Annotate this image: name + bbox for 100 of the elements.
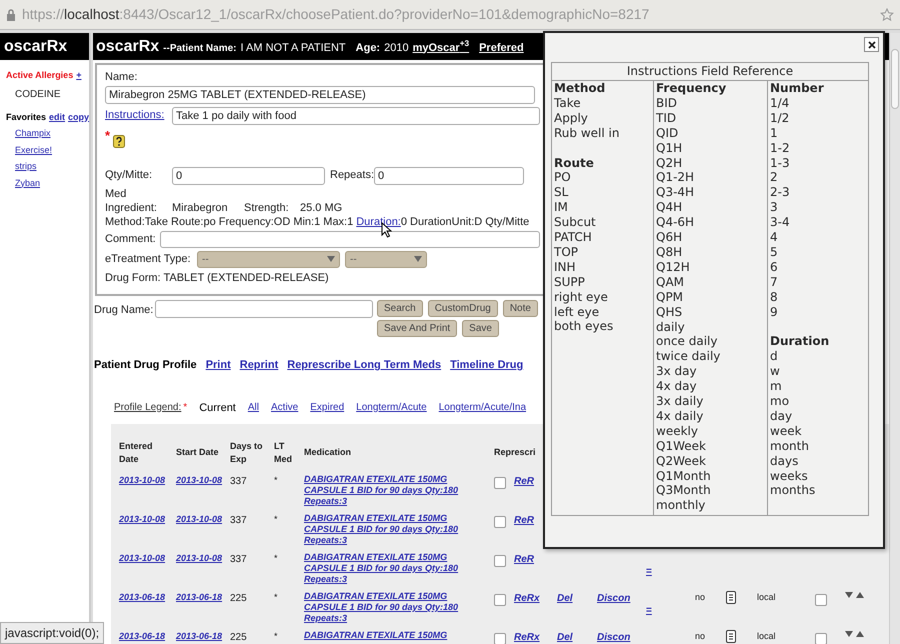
etreatment-select[interactable]: -- — [197, 250, 340, 268]
legend-filter[interactable]: All — [248, 400, 259, 416]
add-allergy-link[interactable]: + — [76, 69, 82, 82]
represcribe-link[interactable]: ReRx — [514, 630, 540, 644]
duration-link[interactable]: Duration: — [356, 214, 401, 228]
medication-link[interactable]: DABIGATRAN ETEXILATE 150MG CAPSULE 1 BID for 90 days Qty:180 Repeats:3 — [304, 552, 458, 585]
reference-item: 7 — [770, 274, 779, 290]
favorite-link[interactable]: strips — [15, 160, 37, 174]
legend-filter[interactable]: Longterm/Acute — [356, 400, 427, 416]
column-header: Entered Date — [119, 440, 154, 466]
move-down-icon[interactable] — [845, 631, 853, 637]
represcribe-link[interactable]: ReR — [514, 474, 534, 489]
etreatment-select[interactable]: -- — [345, 250, 427, 268]
entered-date-link[interactable]: 2013-06-18 — [119, 591, 176, 604]
favorite-link[interactable]: Exercise! — [15, 144, 52, 157]
favorite-link[interactable]: Zyban — [15, 176, 40, 190]
scrollbar[interactable] — [889, 33, 900, 644]
checkbox[interactable] — [494, 516, 506, 528]
reference-item: twice daily — [656, 349, 722, 364]
long-term-mark: * — [274, 630, 279, 643]
myoscar-link[interactable]: myOscar$^{+3}$ — [412, 40, 470, 56]
drug-name-field[interactable] — [155, 300, 373, 318]
represcribe-link[interactable]: ReRx — [514, 591, 540, 606]
star-icon[interactable] — [880, 8, 894, 22]
delete-link[interactable]: Del — [557, 630, 573, 644]
medication-link[interactable]: DABIGATRAN ETEXILATE 150MG CAPSULE 1 BID for 90 days Qty:180 Repeats:3 — [304, 591, 458, 624]
checkbox[interactable] — [815, 594, 827, 606]
document-icon[interactable] — [726, 591, 736, 604]
checkbox[interactable] — [815, 633, 827, 644]
reference-item: Apply — [554, 110, 589, 126]
entered-date-link[interactable]: 2013-10-08 — [119, 552, 176, 566]
reference-item: Q2H — [656, 156, 684, 170]
start-date-link[interactable]: 2013-10-08 — [176, 552, 230, 566]
start-date-link[interactable]: 2013-06-18 — [176, 591, 230, 604]
reference-item: monthly — [656, 498, 706, 514]
checkbox[interactable] — [494, 555, 506, 567]
parsed-instructions: 0 DurationUnit:D Qty/Mitte — [400, 214, 530, 228]
address-bar[interactable]: https://localhost:8443/Oscar12_1/oscarRx/choosePatient.do?providerNo=101&demographicNo=8217 — [0, 0, 900, 30]
favorites-action-link[interactable]: copy — [68, 110, 90, 124]
repeats-field[interactable]: 0 — [374, 166, 524, 184]
legend-label: Profile Legend: — [114, 400, 182, 414]
instructions-link[interactable]: Instructions: — [105, 107, 172, 124]
preferred-link[interactable]: Prefered — [479, 40, 524, 56]
reference-item: Q1Week — [656, 438, 707, 454]
dropdown-arrow-icon — [414, 256, 422, 262]
ingredient-label: Ingredient: — [105, 200, 158, 214]
document-icon[interactable] — [726, 630, 736, 643]
comment-label: Comment: — [105, 232, 157, 247]
entered-date-link[interactable]: 2013-10-08 — [119, 474, 176, 488]
reference-item: right eye — [554, 290, 609, 305]
move-up-icon[interactable] — [856, 592, 864, 598]
legend-filter[interactable]: Active — [271, 400, 298, 416]
profile-link[interactable]: Timeline Drug — [450, 357, 524, 374]
action-button[interactable]: Note — [502, 300, 538, 317]
profile-link[interactable]: Reprint — [240, 357, 278, 374]
medication-link[interactable]: DABIGATRAN ETEXILATE 150MG CAPSULE 1 BID for 90 days Qty:180 Repeats:3 — [304, 513, 458, 546]
reference-item: 4x daily — [656, 408, 704, 424]
source-value: local — [757, 591, 777, 604]
action-button[interactable]: Save And Print — [377, 320, 458, 337]
discontinue-link[interactable]: Discon — [597, 591, 630, 606]
legend-filter[interactable]: Current — [199, 400, 236, 416]
medication-link[interactable]: DABIGATRAN ETEXILATE 150MG CAPSULE 1 BID for 90 days Qty:180 Repeats:3 — [304, 474, 458, 507]
entered-date-link[interactable]: 2013-10-08 — [119, 513, 176, 526]
help-icon[interactable] — [113, 134, 126, 148]
checkbox[interactable] — [494, 477, 506, 489]
action-button[interactable]: Search — [377, 300, 423, 317]
favorites-action-link[interactable]: edit — [49, 110, 66, 124]
days-to-expiry: 337 — [230, 514, 248, 528]
checkbox[interactable] — [494, 633, 506, 644]
qty-field[interactable]: 0 — [172, 166, 325, 184]
checkbox[interactable] — [494, 594, 506, 606]
discontinue-link[interactable]: Discon — [597, 630, 630, 644]
profile-link[interactable]: Print — [206, 357, 231, 374]
instructions-field[interactable]: Take 1 po daily with food — [172, 106, 540, 124]
action-button[interactable]: Save — [462, 320, 499, 337]
start-date-link[interactable]: 2013-10-08 — [176, 474, 230, 488]
reference-item: 3x daily — [656, 394, 704, 409]
profile-link[interactable]: Represcribe Long Term Meds — [287, 357, 442, 374]
entered-date-link[interactable]: 2013-06-18 — [119, 630, 176, 644]
reference-item: Q3-4H — [656, 185, 696, 200]
reference-item: once daily — [656, 334, 718, 350]
favorite-link[interactable]: Champix — [15, 127, 51, 140]
medication-link[interactable]: DABIGATRAN ETEXILATE 150MG — [304, 630, 448, 641]
start-date-link[interactable]: 2013-10-08 — [176, 513, 230, 526]
delete-link[interactable]: Del — [557, 591, 573, 606]
close-button[interactable] — [864, 37, 879, 52]
represcribe-link[interactable]: ReR — [514, 552, 534, 567]
start-date-link[interactable]: 2013-06-18 — [176, 630, 230, 644]
move-up-icon[interactable] — [856, 631, 864, 637]
name-field[interactable]: Mirabegron 25MG TABLET (EXTENDED-RELEASE) — [105, 86, 535, 104]
move-down-icon[interactable] — [845, 592, 853, 598]
action-button[interactable]: CustomDrug — [428, 300, 498, 317]
legend-filter[interactable]: Expired — [310, 400, 344, 416]
qty-label: Qty/Mitte: — [105, 168, 154, 184]
app-logo: oscarRx — [4, 36, 68, 56]
represcribe-link[interactable]: ReR — [514, 513, 534, 528]
annotation-link[interactable]: = — [646, 603, 652, 618]
annotation-link[interactable]: = — [646, 564, 652, 579]
legend-filter[interactable]: Longterm/Acute/Ina — [438, 400, 526, 416]
comment-field[interactable] — [160, 230, 540, 248]
